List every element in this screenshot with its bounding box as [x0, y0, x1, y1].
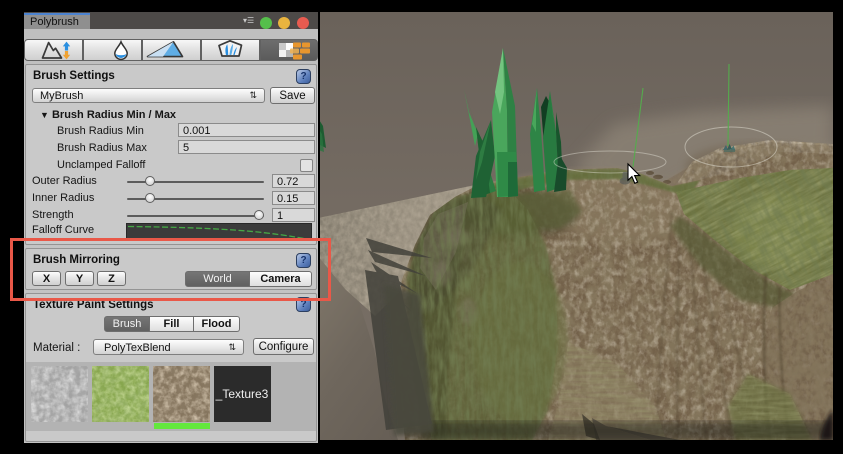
svg-text:_Texture3: _Texture3	[215, 387, 269, 401]
